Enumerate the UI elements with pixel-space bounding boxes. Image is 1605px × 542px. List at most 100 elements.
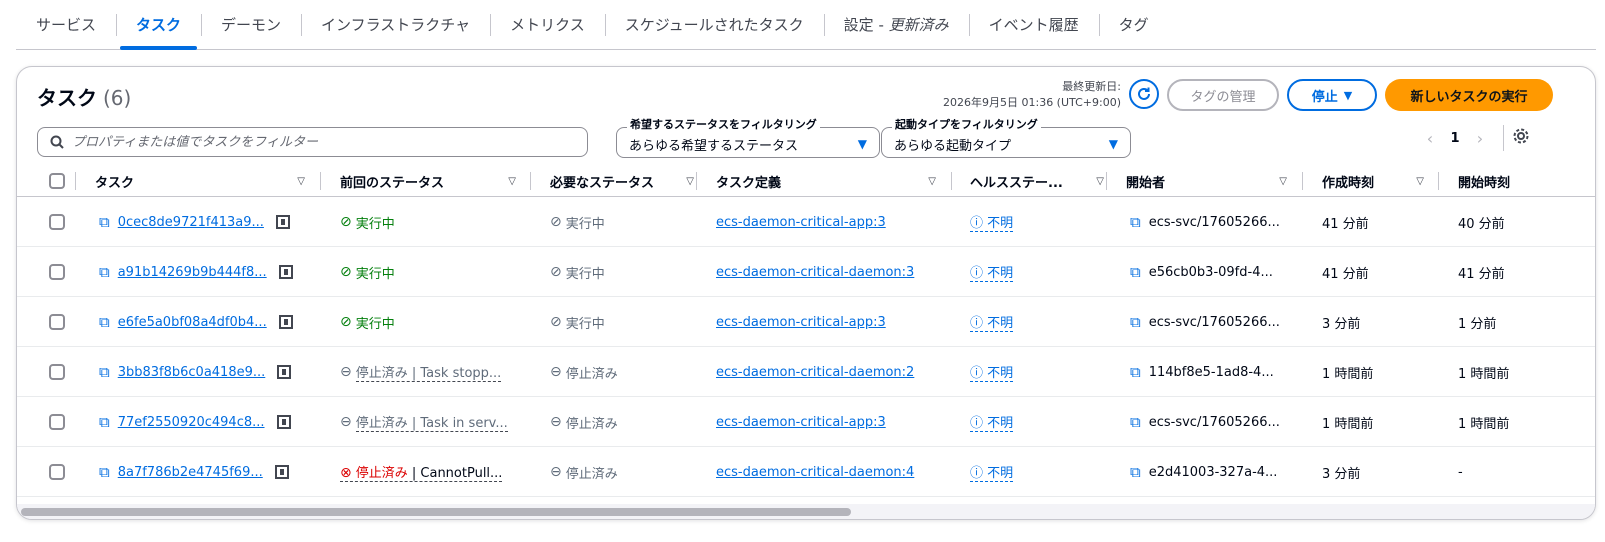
row-checkbox[interactable] [49,447,65,497]
info-icon: ⓘ [970,366,988,381]
health-status[interactable]: ⓘ 不明 [970,262,1014,282]
task-id-link[interactable]: e6fe5a0bf08a4df0b4... [118,315,267,330]
copy-icon[interactable]: ⧉ [99,213,110,231]
sort-icon: ▽ [297,175,305,187]
health-status[interactable]: ⓘ 不明 [970,412,1014,432]
tab-label: タスク [136,16,182,34]
col-created-at[interactable]: 作成時刻 ▽ [1322,165,1438,197]
copy-icon[interactable]: ⧉ [99,463,110,481]
tab-metrics[interactable]: メトリクス [490,0,605,50]
divider [1106,172,1107,190]
col-last-status[interactable]: 前回のステータス ▽ [340,165,530,197]
console-icon[interactable] [275,215,290,229]
tab-event-history[interactable]: イベント履歴 [968,0,1099,50]
check-circle-icon: ⊘ [550,314,562,330]
task-definition-link[interactable]: ecs-daemon-critical-app:3 [716,215,886,230]
manage-tags-button[interactable]: タグの管理 [1167,79,1279,111]
health-status[interactable]: ⓘ 不明 [970,362,1014,382]
tab-infrastructure[interactable]: インフラストラクチャ [301,0,490,50]
tab-services[interactable]: サービス [16,0,116,50]
copy-icon[interactable]: ⧉ [99,413,110,431]
task-definition-link[interactable]: ecs-daemon-critical-app:3 [716,315,886,330]
launch-type-filter[interactable]: 起動タイプをフィルタリング あらゆる起動タイプ ▼ [881,116,1131,158]
stop-button[interactable]: 停止 ▼ [1287,79,1377,111]
task-definition-link[interactable]: ecs-daemon-critical-daemon:2 [716,365,914,380]
row-checkbox[interactable] [49,347,65,397]
console-icon[interactable] [278,315,293,329]
sort-icon: ▽ [1279,175,1287,187]
minus-circle-icon: ⊖ [340,364,352,380]
task-id-link[interactable]: 77ef2550920c494c8... [118,415,265,430]
last-updated: 最終更新日: 2026年9月5日 01:36 (UTC+9:00) [943,79,1121,111]
row-checkbox[interactable] [49,397,65,447]
col-label: 必要なステータス [550,175,655,191]
started-at: - [1458,464,1463,480]
copy-icon[interactable]: ⧉ [1130,363,1141,381]
copy-icon[interactable]: ⧉ [1130,463,1141,481]
started-by: e56cb0b3-09fd-4... [1148,264,1273,280]
task-id-link[interactable]: 3bb83f8b6c0a418e9... [118,365,266,380]
row-checkbox[interactable] [49,297,65,347]
console-icon[interactable] [277,365,292,379]
search-input[interactable] [72,134,552,150]
task-id-link[interactable]: 8a7f786b2e4745f69... [118,465,263,480]
run-new-task-button[interactable]: 新しいタスクの実行 [1385,79,1553,111]
info-icon: ⓘ [970,466,988,481]
task-id-link[interactable]: 0cec8de9721f413a9... [118,215,264,230]
copy-icon[interactable]: ⧉ [1130,213,1141,231]
tab-tags[interactable]: タグ [1098,0,1169,50]
health-status-text: 不明 [987,466,1014,481]
caret-down-icon: ▼ [1108,137,1118,151]
desired-status: 実行中 [565,216,605,232]
task-definition-link[interactable]: ecs-daemon-critical-daemon:4 [716,465,914,480]
copy-icon[interactable]: ⧉ [99,313,110,331]
copy-icon[interactable]: ⧉ [99,263,110,281]
table-row: ⧉ 8a7f786b2e4745f69... ⊗ 停止済み | CannotPull… [17,447,1595,497]
health-status[interactable]: ⓘ 不明 [970,462,1014,482]
copy-icon[interactable]: ⧉ [1130,263,1141,281]
task-definition-link[interactable]: ecs-daemon-critical-daemon:3 [716,265,914,280]
col-task[interactable]: タスク ▽ [95,165,319,197]
console-icon[interactable] [274,465,289,479]
health-status[interactable]: ⓘ 不明 [970,312,1014,332]
desired-status: 実行中 [565,316,605,332]
minus-circle-icon: ⊖ [550,414,562,430]
desired-status-filter[interactable]: 希望するステータスをフィルタリング あらゆる希望するステータス ▼ [616,116,880,158]
tab-configuration[interactable]: 設定 - 更新済み [823,0,969,50]
console-icon[interactable] [276,415,291,429]
page-number[interactable]: 1 [1441,131,1469,146]
console-icon[interactable] [278,265,293,279]
chevron-left-icon[interactable]: ‹ [1419,129,1441,148]
copy-icon[interactable]: ⧉ [1130,413,1141,431]
divider [696,172,697,190]
select-all-checkbox[interactable] [49,165,65,197]
created-at: 1 時間前 [1322,366,1374,382]
chevron-right-icon[interactable]: › [1469,129,1491,148]
minus-circle-icon: ⊖ [550,464,562,480]
task-id-link[interactable]: a91b14269b9b444f8... [118,265,267,280]
refresh-button[interactable] [1129,79,1159,109]
sort-icon: ▽ [1416,175,1424,187]
col-task-definition[interactable]: タスク定義 ▽ [716,165,950,197]
copy-icon[interactable]: ⧉ [1130,313,1141,331]
task-filter-search[interactable] [37,127,588,157]
row-checkbox[interactable] [49,197,65,247]
table-header: タスク ▽ 前回のステータス ▽ 必要なステータス ▽ タスク定義 ▽ ヘルスステー..… [17,165,1595,197]
task-definition-link[interactable]: ecs-daemon-critical-app:3 [716,415,886,430]
horizontal-scrollbar[interactable] [21,508,851,516]
tab-tasks[interactable]: タスク [116,0,201,50]
last-status[interactable]: ⊗ 停止済み | CannotPull... [340,462,503,482]
col-started-by[interactable]: 開始者 ▽ [1126,165,1301,197]
tab-scheduled-tasks[interactable]: スケジュールされたタスク [604,0,824,50]
tab-daemons[interactable]: デーモン [201,0,301,50]
health-status[interactable]: ⓘ 不明 [970,212,1014,232]
col-desired-status[interactable]: 必要なステータス ▽ [550,165,696,197]
col-started-at[interactable]: 開始時刻 ▽ [1458,165,1595,197]
last-status[interactable]: 停止済み | Task in serv... [355,412,508,432]
row-checkbox[interactable] [49,247,65,297]
settings-gear-icon[interactable] [1512,127,1532,147]
col-health-status[interactable]: ヘルスステー... ▽ [970,165,1106,197]
last-status[interactable]: 停止済み | Task stopp... [355,362,502,382]
copy-icon[interactable]: ⧉ [99,363,110,381]
tab-label: スケジュールされたタスク [624,16,804,34]
